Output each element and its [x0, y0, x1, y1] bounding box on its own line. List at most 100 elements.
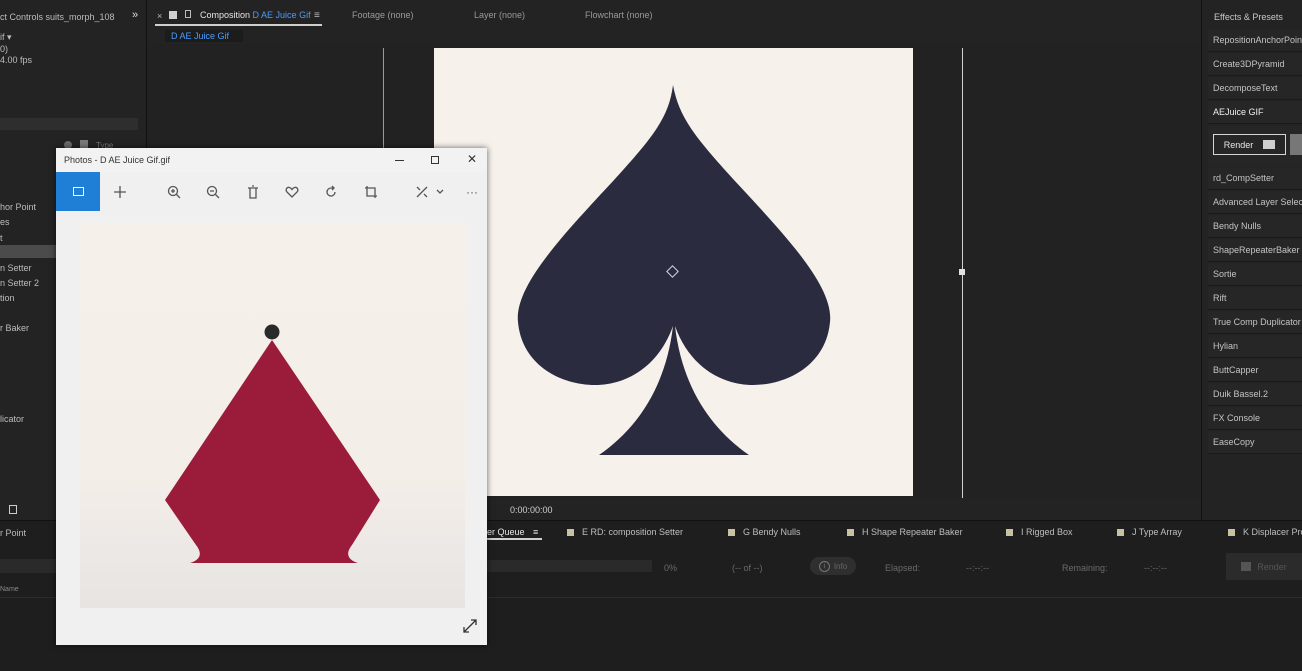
label-swatch [1006, 529, 1013, 536]
left-bottom-item[interactable]: r Point [0, 528, 26, 538]
tab-flowchart[interactable]: Flowchart (none) [585, 10, 653, 20]
close-icon[interactable]: × [157, 11, 162, 21]
effect-controls-title[interactable]: ct Controls suits_morph_108 [0, 12, 115, 22]
script-item[interactable]: FX Console [1208, 407, 1302, 430]
script-item-active[interactable]: AEJuice GIF [1208, 101, 1302, 124]
render-button[interactable]: Render [1213, 134, 1286, 155]
script-item[interactable]: Bendy Nulls [1208, 215, 1302, 238]
tab-label: I Rigged Box [1021, 527, 1073, 537]
fullscreen-icon[interactable] [462, 618, 478, 636]
script-item[interactable]: Duik Bassel.2 [1208, 383, 1302, 406]
render-queue-underline [487, 538, 542, 540]
comp-subtab[interactable]: D AE Juice Gif [165, 30, 243, 42]
edit-icon[interactable] [410, 176, 434, 208]
elapsed-label: Elapsed: [885, 563, 921, 573]
list-item[interactable]: tion [0, 293, 15, 303]
tab-composition[interactable]: Composition D AE Juice Gif [200, 10, 311, 20]
render-queue-menu-icon[interactable]: ≡ [533, 527, 538, 537]
guide-handle[interactable] [959, 269, 965, 275]
tab-footage[interactable]: Footage (none) [352, 10, 414, 20]
photos-titlebar[interactable]: Photos - D AE Juice Gif.gif ✕ [56, 148, 487, 172]
favorite-icon[interactable] [276, 176, 308, 208]
tab-rigged-box[interactable]: I Rigged Box [1006, 527, 1073, 537]
more-icon[interactable]: ··· [456, 176, 488, 208]
script-item[interactable]: rd_CompSetter [1208, 167, 1302, 190]
script-item[interactable]: Rift [1208, 287, 1302, 310]
panel-menu-icon[interactable]: » [132, 9, 138, 21]
comp-meta-1: if ▾ [0, 32, 12, 42]
gif-shape [165, 324, 380, 563]
trash-icon[interactable] [9, 505, 17, 514]
name-column: Name [0, 586, 19, 593]
label-icon [80, 140, 88, 148]
list-item[interactable]: n Setter 2 [0, 278, 39, 288]
render-icon [1263, 140, 1276, 149]
timecode[interactable]: 0:00:00:00 [510, 505, 553, 515]
zoom-out-icon[interactable] [197, 176, 229, 208]
script-item[interactable]: True Comp Duplicator [1208, 311, 1302, 334]
render-queue-icon [1241, 562, 1252, 571]
list-item[interactable]: licator [0, 414, 24, 424]
tab-layer[interactable]: Layer (none) [474, 10, 525, 20]
comp-canvas [434, 48, 913, 496]
render-side-button[interactable] [1290, 134, 1302, 155]
photos-title: Photos - D AE Juice Gif.gif [64, 155, 171, 165]
tab-composition-name: D AE Juice Gif [252, 10, 311, 20]
label-swatch [847, 529, 854, 536]
list-item-selected[interactable] [0, 245, 60, 258]
info-label: Info [833, 561, 848, 571]
label-swatch [728, 529, 735, 536]
script-item[interactable]: Advanced Layer Selector [1208, 191, 1302, 214]
maximize-icon[interactable] [431, 156, 439, 164]
script-item[interactable]: ShapeRepeaterBaker [1208, 239, 1302, 262]
tab-shape-repeater-baker[interactable]: H Shape Repeater Baker [847, 527, 963, 537]
zoom-in-icon[interactable] [158, 176, 190, 208]
crop-icon[interactable] [355, 176, 387, 208]
close-window-icon[interactable]: ✕ [467, 152, 477, 166]
tab-composition-label: Composition [200, 10, 251, 20]
list-item[interactable]: r Baker [0, 323, 29, 333]
render-queue-render-button[interactable]: Render [1226, 553, 1302, 580]
remaining-value: --:--:-- [1144, 563, 1167, 573]
script-item[interactable]: EaseCopy [1208, 431, 1302, 454]
padlock-icon[interactable] [185, 10, 191, 18]
script-item[interactable]: DecomposeText [1208, 77, 1302, 100]
delete-icon[interactable] [237, 176, 269, 208]
tab-label: J Type Array [1132, 527, 1182, 537]
info-button[interactable]: i Info [810, 557, 856, 575]
script-item[interactable]: Create3DPyramid [1208, 53, 1302, 76]
tab-displacer-pro[interactable]: K Displacer Pro [1228, 527, 1302, 537]
list-item[interactable]: hor Point [0, 202, 36, 212]
comp-meta-2: 0) [0, 44, 9, 54]
lock-icon[interactable] [169, 11, 177, 19]
remaining-label: Remaining: [1062, 563, 1108, 573]
script-item[interactable]: RepositionAnchorPoint [1208, 29, 1302, 52]
search-bar[interactable] [0, 118, 138, 130]
tab-type-array[interactable]: J Type Array [1117, 527, 1182, 537]
elapsed-value: --:--:-- [966, 563, 989, 573]
tab-rd-composition-setter[interactable]: E RD: composition Setter [567, 527, 683, 537]
gallery-button[interactable] [56, 172, 100, 211]
rotate-icon[interactable] [315, 176, 347, 208]
chevron-down-icon[interactable] [432, 176, 448, 208]
progress-of: (-- of --) [732, 563, 763, 573]
list-item[interactable]: t [0, 233, 3, 243]
effects-title[interactable]: Effects & Presets [1214, 12, 1283, 22]
tab-label: E RD: composition Setter [582, 527, 684, 537]
left-bottom-bar [0, 559, 56, 573]
tab-render-queue[interactable]: er Queue ≡ [487, 527, 538, 537]
render-queue-label: er Queue [487, 527, 525, 537]
list-item[interactable]: n Setter [0, 263, 32, 273]
add-icon[interactable] [104, 176, 136, 208]
label-swatch [1117, 529, 1124, 536]
list-item[interactable]: es [0, 217, 10, 227]
progress-percent: 0% [664, 563, 678, 573]
tab-menu-icon[interactable]: ≡ [314, 10, 320, 21]
script-item[interactable]: ButtCapper [1208, 359, 1302, 382]
script-item[interactable]: Hylian [1208, 335, 1302, 358]
script-item[interactable]: Sortie [1208, 263, 1302, 286]
render-label: Render [1223, 139, 1254, 150]
comp-tab-bar [147, 0, 1200, 44]
minimize-icon[interactable] [395, 160, 404, 161]
tab-bendy-nulls[interactable]: G Bendy Nulls [728, 527, 801, 537]
